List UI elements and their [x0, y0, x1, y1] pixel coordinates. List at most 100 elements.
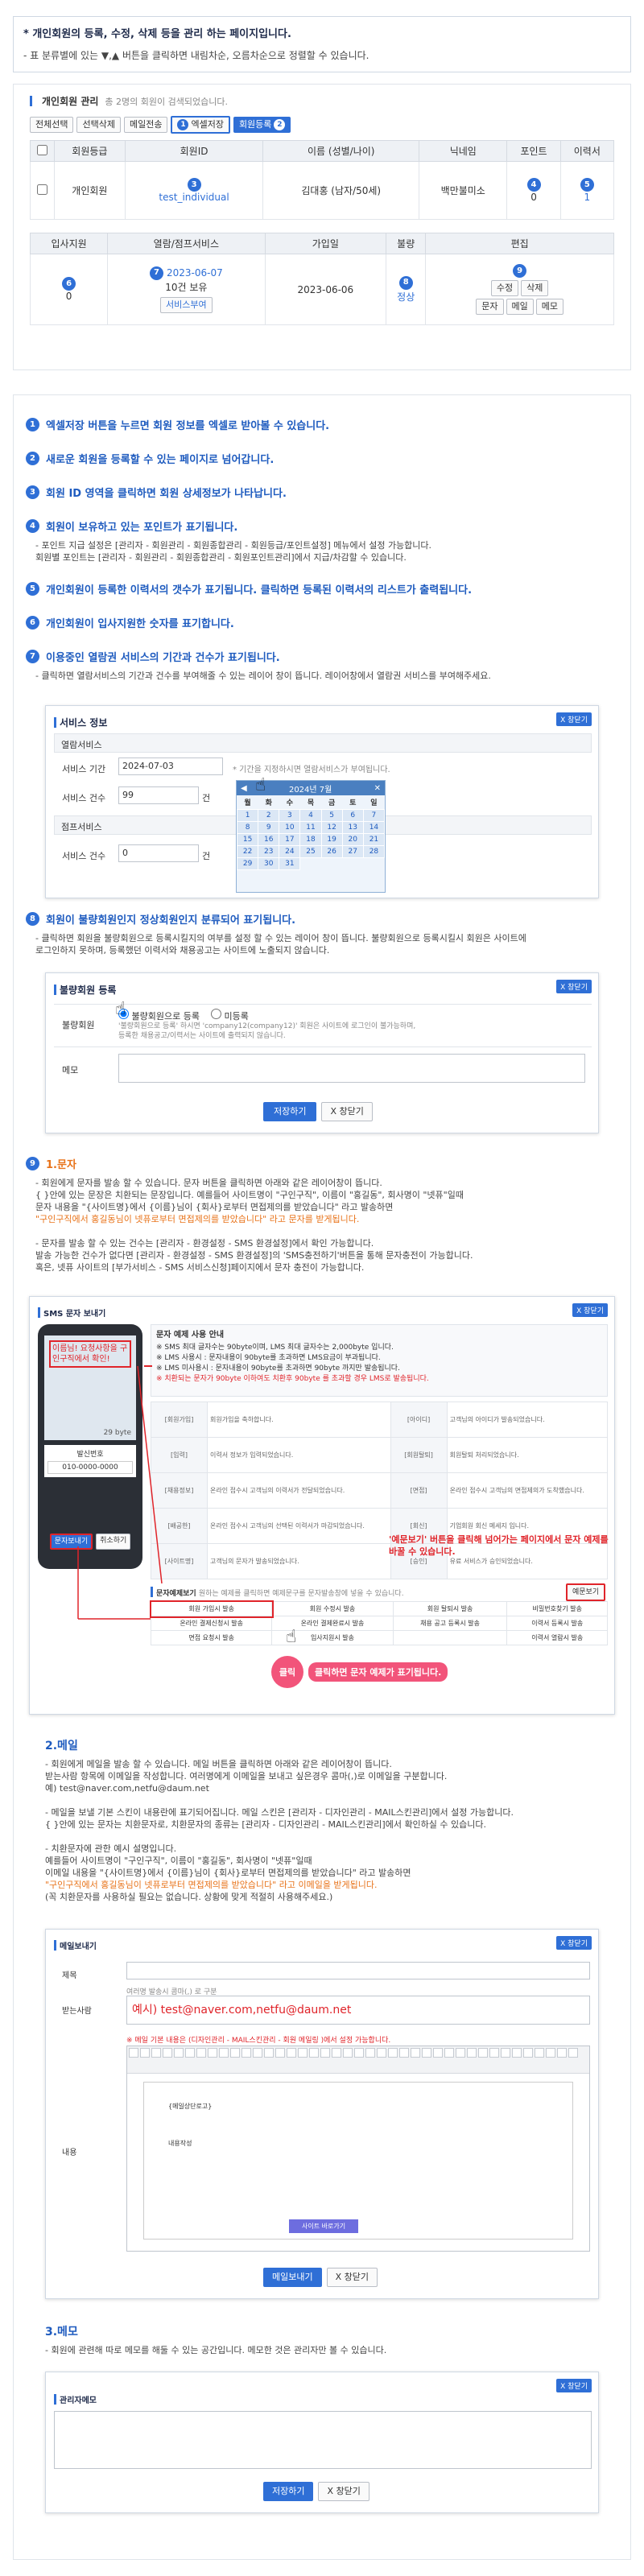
- save-button[interactable]: 저장하기: [263, 2482, 314, 2501]
- editor-tool-icon[interactable]: [129, 2048, 138, 2058]
- close-layer-button[interactable]: X 창닫기: [556, 980, 592, 993]
- resume-count-link[interactable]: 1: [561, 192, 613, 203]
- cancel-button[interactable]: X 창닫기: [326, 2268, 378, 2287]
- editor-tool-icon[interactable]: [354, 2048, 364, 2058]
- calendar-day[interactable]: 18: [299, 833, 322, 846]
- bad-status-link[interactable]: 정상: [386, 290, 425, 303]
- editor-tool-icon[interactable]: [512, 2048, 522, 2058]
- editor-tool-icon[interactable]: [399, 2048, 409, 2058]
- editor-tool-icon[interactable]: [411, 2048, 420, 2058]
- close-layer-button[interactable]: X 창닫기: [556, 712, 592, 726]
- editor-tool-icon[interactable]: [377, 2048, 386, 2058]
- calendar-day[interactable]: 7: [362, 809, 386, 822]
- cancel-button[interactable]: X 창닫기: [318, 2482, 369, 2501]
- editor-tool-icon[interactable]: [523, 2048, 533, 2058]
- calendar-day[interactable]: 14: [362, 821, 386, 834]
- calendar-day[interactable]: 26: [320, 845, 343, 858]
- editor-tool-icon[interactable]: [264, 2048, 274, 2058]
- editor-tool-icon[interactable]: [242, 2048, 251, 2058]
- select-all-button[interactable]: 전체선택: [30, 117, 74, 133]
- row-checkbox[interactable]: [37, 184, 47, 195]
- memo-textarea[interactable]: [54, 2411, 592, 2469]
- header-checkbox[interactable]: [37, 144, 47, 155]
- editor-tool-icon[interactable]: [309, 2048, 319, 2058]
- editor-content[interactable]: {메일상단로고} 내용작성 사이트 바로가기: [143, 2082, 573, 2240]
- close-calendar-icon[interactable]: ✕: [374, 784, 381, 793]
- col-bad[interactable]: 불량: [386, 233, 427, 254]
- editor-tool-icon[interactable]: [253, 2048, 262, 2058]
- editor-tool-icon[interactable]: [546, 2048, 555, 2058]
- col-name[interactable]: 이름 (성별/나이): [262, 140, 420, 162]
- col-grade[interactable]: 회원등급: [54, 140, 126, 162]
- not-register-radio[interactable]: 미등록: [210, 1009, 249, 1022]
- editor-tool-icon[interactable]: [208, 2048, 217, 2058]
- cancel-button[interactable]: X 창닫기: [321, 1102, 373, 1121]
- col-id[interactable]: 회원ID: [124, 140, 264, 162]
- excel-save-button[interactable]: 1 엑셀저장: [171, 116, 230, 134]
- delete-selected-button[interactable]: 선택삭제: [76, 117, 121, 133]
- calendar-day[interactable]: 12: [320, 821, 343, 834]
- editor-tool-icon[interactable]: [174, 2048, 184, 2058]
- calendar-day[interactable]: 2: [258, 809, 280, 822]
- calendar-day[interactable]: 4: [299, 809, 322, 822]
- calendar-day[interactable]: 20: [341, 833, 364, 846]
- col-resume[interactable]: 이력서: [559, 140, 615, 162]
- calendar-day[interactable]: 21: [362, 833, 386, 846]
- editor-tool-icon[interactable]: [568, 2048, 578, 2058]
- calendar-day[interactable]: 1: [236, 809, 259, 822]
- editor-tool-icon[interactable]: [287, 2048, 296, 2058]
- register-bad-radio[interactable]: 불량회원으로 등록: [118, 1009, 200, 1022]
- calendar-day[interactable]: 9: [258, 821, 280, 834]
- calendar-day[interactable]: 8: [236, 821, 259, 834]
- close-layer-button[interactable]: X 창닫기: [556, 2379, 592, 2392]
- editor-tool-icon[interactable]: [489, 2048, 499, 2058]
- col-point[interactable]: 포인트: [506, 140, 561, 162]
- editor-tool-icon[interactable]: [219, 2048, 229, 2058]
- calendar-day[interactable]: 31: [279, 857, 301, 870]
- editor-tool-icon[interactable]: [196, 2048, 206, 2058]
- editor-tool-icon[interactable]: [230, 2048, 240, 2058]
- calendar-day[interactable]: 10: [279, 821, 301, 834]
- site-link-button[interactable]: 사이트 바로가기: [289, 2219, 359, 2233]
- editor-tool-icon[interactable]: [422, 2048, 431, 2058]
- mail-button[interactable]: 메일: [506, 299, 534, 316]
- editor-tool-icon[interactable]: [501, 2048, 510, 2058]
- editor-tool-icon[interactable]: [163, 2048, 172, 2058]
- edit-button[interactable]: 수정: [490, 280, 519, 297]
- editor-tool-icon[interactable]: [332, 2048, 341, 2058]
- calendar-day[interactable]: 19: [320, 833, 343, 846]
- calendar-day[interactable]: 15: [236, 833, 259, 846]
- editor-tool-icon[interactable]: [365, 2048, 375, 2058]
- grant-service-button[interactable]: 서비스부여: [160, 296, 213, 313]
- calendar-day[interactable]: 3: [279, 809, 301, 822]
- count2-input[interactable]: 0: [118, 844, 199, 862]
- editor-tool-icon[interactable]: [456, 2048, 465, 2058]
- period-input[interactable]: 2024-07-03: [118, 758, 223, 775]
- col-nickname[interactable]: 닉네임: [419, 140, 508, 162]
- subject-input[interactable]: [126, 1962, 590, 1979]
- register-member-button[interactable]: 회원등록 2: [233, 117, 291, 133]
- calendar-day[interactable]: 5: [320, 809, 343, 822]
- editor-tool-icon[interactable]: [275, 2048, 285, 2058]
- sms-button[interactable]: 문자: [476, 299, 504, 316]
- prev-month-icon[interactable]: ◀: [241, 784, 247, 793]
- member-id-link[interactable]: test_individual: [126, 192, 263, 203]
- send-mail-button[interactable]: 메일보내기: [263, 2268, 322, 2287]
- editor-tool-icon[interactable]: [478, 2048, 488, 2058]
- calendar-day[interactable]: 22: [236, 845, 259, 858]
- calendar-day[interactable]: 13: [341, 821, 364, 834]
- editor-tool-icon[interactable]: [151, 2048, 161, 2058]
- editor-tool-icon[interactable]: [343, 2048, 353, 2058]
- close-layer-button[interactable]: X 창닫기: [556, 1936, 592, 1950]
- delete-button[interactable]: 삭제: [521, 280, 549, 297]
- calendar-day[interactable]: 6: [341, 809, 364, 822]
- calendar-day[interactable]: 24: [279, 845, 301, 858]
- calendar-day[interactable]: 28: [362, 845, 386, 858]
- to-textarea[interactable]: 예시) test@naver.com,netfu@daum.net: [126, 1996, 590, 2025]
- editor-tool-icon[interactable]: [320, 2048, 330, 2058]
- calendar-day[interactable]: 16: [258, 833, 280, 846]
- calendar-day[interactable]: 29: [236, 857, 259, 870]
- send-mail-button[interactable]: 메일전송: [123, 117, 168, 133]
- calendar-day[interactable]: 25: [299, 845, 322, 858]
- editor-tool-icon[interactable]: [433, 2048, 443, 2058]
